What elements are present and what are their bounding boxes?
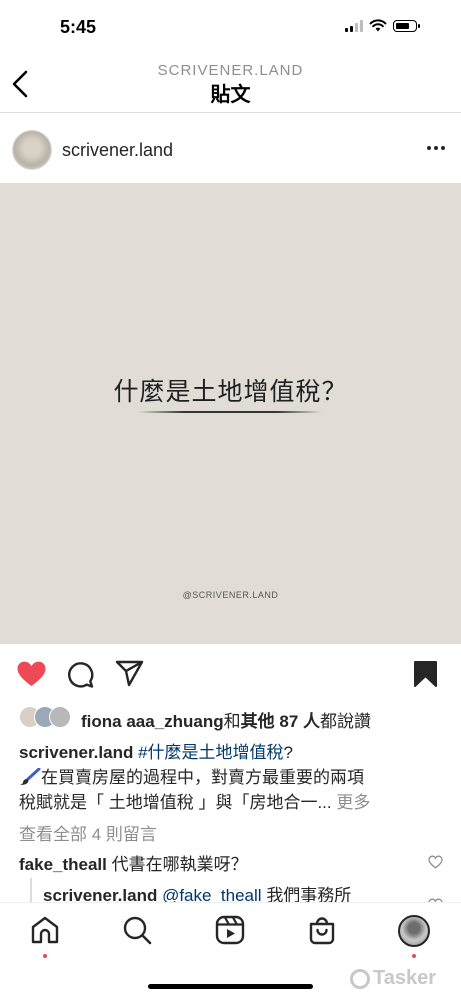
post-image-watermark: @SCRIVENER.LAND	[182, 590, 279, 600]
likers-avatars[interactable]	[19, 706, 75, 728]
likes-connector: 和	[223, 712, 241, 731]
search-icon[interactable]	[122, 915, 152, 945]
home-indicator[interactable]	[148, 984, 313, 989]
comment-username[interactable]: fake_theall	[19, 855, 107, 874]
post-author-avatar[interactable]	[12, 130, 52, 170]
reply-thread-line	[30, 878, 32, 904]
likes-suffix: 都說讚	[320, 712, 371, 731]
comment-text: 代書在哪執業呀？	[111, 855, 248, 874]
header-account-name: SCRIVENER.LAND	[157, 62, 304, 79]
page-title: 貼文	[210, 84, 251, 106]
reels-icon[interactable]	[215, 915, 245, 945]
profile-notification-dot	[412, 954, 416, 958]
caption-more-link[interactable]: 更多	[336, 793, 370, 812]
post-caption: scrivener.land #什麼是土地增值稅? 在買賣房屋的過程中，對賣方最…	[19, 740, 444, 815]
tasker-watermark-text: Tasker	[373, 967, 437, 989]
status-time: 5:45	[60, 17, 97, 37]
caption-username[interactable]: scrivener.land	[19, 743, 133, 762]
caption-line-3: 稅賦就是「 土地增值稅 」與「房地合一...	[19, 793, 332, 812]
header-divider	[0, 112, 461, 113]
other-likers-count[interactable]: 其他 87 人	[241, 712, 320, 731]
share-icon[interactable]	[115, 660, 144, 688]
caption-hashtag-suffix: ?	[283, 743, 294, 762]
post-image[interactable]	[0, 183, 461, 644]
more-options-icon[interactable]	[427, 146, 445, 150]
tasker-watermark: Tasker	[350, 967, 436, 990]
post-image-underline	[138, 411, 322, 413]
post-author-username[interactable]: scrivener.land	[62, 140, 173, 161]
comment-like-heart-icon[interactable]	[428, 855, 443, 869]
battery-icon	[393, 19, 420, 32]
likes-summary[interactable]: fiona aaa_zhuang和其他 87 人都說讚	[81, 707, 371, 732]
status-icons	[345, 19, 420, 32]
bookmark-icon[interactable]	[413, 660, 438, 688]
home-icon[interactable]	[30, 915, 60, 945]
first-liker-username[interactable]: fiona aaa_zhuang	[81, 712, 224, 731]
tasker-logo-icon	[350, 968, 370, 989]
post-image-title: 什麼是土地增值稅？	[113, 378, 348, 406]
like-heart-icon[interactable]	[16, 660, 47, 688]
comment-icon[interactable]	[66, 661, 94, 689]
view-all-comments-link[interactable]: 查看全部 4 則留言	[19, 820, 157, 845]
shop-icon[interactable]	[307, 915, 337, 945]
wifi-icon	[369, 19, 387, 32]
caption-hashtag[interactable]: #什麼是土地增值稅	[138, 743, 283, 762]
paintbrush-emoji-icon	[20, 768, 41, 785]
comment-row: fake_theall 代書在哪執業呀？	[19, 850, 248, 875]
home-notification-dot	[43, 954, 47, 958]
caption-line-2: 在買賣房屋的過程中，對賣方最重要的兩項	[41, 768, 364, 787]
cellular-signal-icon	[345, 19, 363, 32]
profile-avatar[interactable]	[398, 915, 430, 947]
